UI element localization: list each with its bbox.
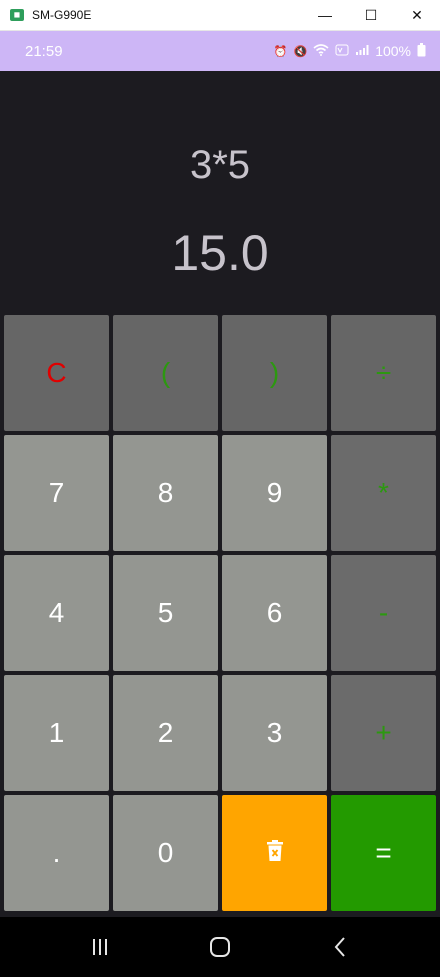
multiply-button[interactable]: * — [331, 435, 436, 551]
signal-icon — [355, 44, 369, 59]
status-time: 21:59 — [25, 42, 63, 60]
volte-icon — [335, 44, 349, 59]
close-button[interactable]: ✕ — [394, 0, 440, 31]
recents-icon[interactable] — [75, 927, 125, 967]
digit-1-button[interactable]: 1 — [4, 675, 109, 791]
battery-icon — [417, 42, 426, 60]
key-label: = — [375, 837, 392, 868]
key-label: * — [378, 477, 389, 508]
key-label: . — [52, 837, 61, 868]
divide-button[interactable]: ÷ — [331, 315, 436, 431]
wifi-icon — [313, 43, 329, 59]
key-label: - — [378, 597, 389, 628]
digit-7-button[interactable]: 7 — [4, 435, 109, 551]
key-label: C — [46, 357, 67, 388]
app-icon: ◼ — [10, 9, 24, 21]
back-icon[interactable] — [315, 927, 365, 967]
status-icons: ⏰ 🔇 100% — [273, 42, 426, 60]
key-label: 7 — [48, 477, 65, 508]
battery-percent: 100% — [375, 43, 411, 59]
digit-5-button[interactable]: 5 — [113, 555, 218, 671]
alarm-icon: ⏰ — [273, 45, 288, 58]
digit-4-button[interactable]: 4 — [4, 555, 109, 671]
key-label: ÷ — [375, 357, 392, 388]
key-label: 3 — [266, 717, 283, 748]
phone-screen: 21:59 ⏰ 🔇 100% 3*5 15.0 C () ÷ 7 8 9 * 4 5 6 - 1 2 3 +… — [0, 31, 440, 977]
window-controls: — ☐ ✕ — [302, 0, 440, 31]
digit-0-button[interactable]: 0 — [113, 795, 218, 911]
digit-6-button[interactable]: 6 — [222, 555, 327, 671]
key-label: 4 — [48, 597, 65, 628]
key-label: ) — [269, 357, 280, 388]
window-titlebar: ◼ SM-G990E — ☐ ✕ — [0, 0, 440, 31]
digit-9-button[interactable]: 9 — [222, 435, 327, 551]
key-label: 8 — [157, 477, 174, 508]
calculator-display: 3*5 15.0 — [0, 71, 440, 313]
maximize-button[interactable]: ☐ — [348, 0, 394, 31]
result-text: 15.0 — [171, 225, 269, 281]
status-bar: 21:59 ⏰ 🔇 100% — [0, 31, 440, 71]
key-label: + — [375, 717, 392, 748]
digit-2-button[interactable]: 2 — [113, 675, 218, 791]
minus-button[interactable]: - — [331, 555, 436, 671]
key-label: 0 — [157, 837, 174, 868]
expression-text: 3*5 — [189, 143, 251, 187]
home-icon[interactable] — [195, 927, 245, 967]
delete-button[interactable] — [222, 795, 327, 911]
key-label: 6 — [266, 597, 283, 628]
mute-icon: 🔇 — [293, 45, 308, 58]
key-label: 1 — [48, 717, 65, 748]
open-paren-button[interactable]: ( — [113, 315, 218, 431]
key-label: ( — [160, 357, 171, 388]
minimize-button[interactable]: — — [302, 0, 348, 31]
window-title: SM-G990E — [32, 8, 92, 22]
decimal-button[interactable]: . — [4, 795, 109, 911]
key-label: 9 — [266, 477, 283, 508]
key-label: 5 — [157, 597, 174, 628]
plus-button[interactable]: + — [331, 675, 436, 791]
equals-button[interactable]: = — [331, 795, 436, 911]
key-label: 2 — [157, 717, 174, 748]
navigation-bar — [0, 917, 440, 977]
clear-button[interactable]: C — [4, 315, 109, 431]
close-paren-button[interactable]: ) — [222, 315, 327, 431]
digit-3-button[interactable]: 3 — [222, 675, 327, 791]
digit-8-button[interactable]: 8 — [113, 435, 218, 551]
trash-icon — [266, 837, 284, 869]
keypad: C () ÷ 7 8 9 * 4 5 6 - 1 2 3 +. 0 = — [4, 315, 436, 911]
